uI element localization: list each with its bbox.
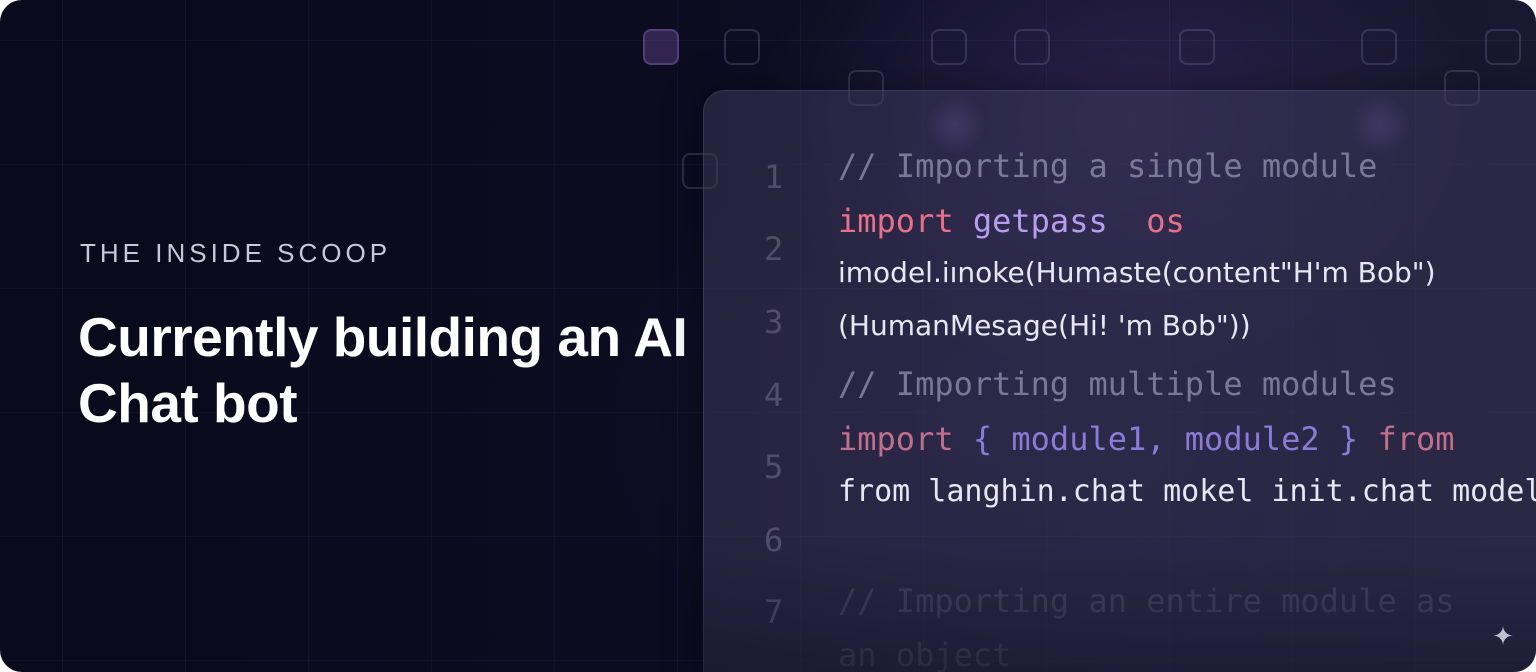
code-line: import { module1, module2 } from: [838, 420, 1455, 458]
decor-tile: [643, 29, 679, 65]
line-number: 1: [764, 158, 784, 196]
banner-card: THE INSIDE SCOOP Currently building an A…: [0, 0, 1536, 672]
decor-tile: [931, 29, 967, 65]
line-number: 6: [764, 521, 784, 559]
page-title: Currently building an AI Chat bot: [78, 306, 688, 434]
code-line: from langhin.chat mokel init.chat model: [838, 474, 1536, 509]
code-comment: // Importing an entire module as: [838, 582, 1455, 620]
code-comment: // Importing multiple modules: [838, 365, 1397, 403]
code-comment: an object: [838, 636, 1012, 672]
line-number: 7: [764, 593, 784, 631]
line-number: 3: [764, 303, 784, 341]
code-keyword: import: [838, 420, 954, 458]
eyebrow-label: THE INSIDE SCOOP: [80, 238, 392, 268]
code-identifier: os: [1146, 202, 1185, 240]
line-number: 4: [764, 376, 784, 414]
decor-tile: [724, 29, 760, 65]
code-identifier: module1, module2: [1011, 420, 1320, 458]
code-brace: }: [1338, 420, 1359, 458]
code-line: (HumanMesage(Hi! 'm Bob")): [838, 309, 1251, 342]
code-brace: {: [972, 420, 993, 458]
decor-tile: [1485, 29, 1521, 65]
code-keyword: import: [838, 202, 954, 240]
code-line: imodel.iınoke(Humaste(content"H'm Bob"): [838, 256, 1436, 289]
line-number: 5: [764, 448, 784, 486]
decor-tile: [1179, 29, 1215, 65]
line-number: 2: [764, 230, 784, 268]
code-keyword: from: [1377, 420, 1455, 458]
code-identifier: getpass: [972, 202, 1108, 240]
decor-tile: [1014, 29, 1050, 65]
code-line: import getpass os: [838, 202, 1185, 240]
sparkle-icon: ✦: [1492, 622, 1514, 652]
decor-tile: [1361, 29, 1397, 65]
code-comment: // Importing a single module: [838, 147, 1378, 185]
